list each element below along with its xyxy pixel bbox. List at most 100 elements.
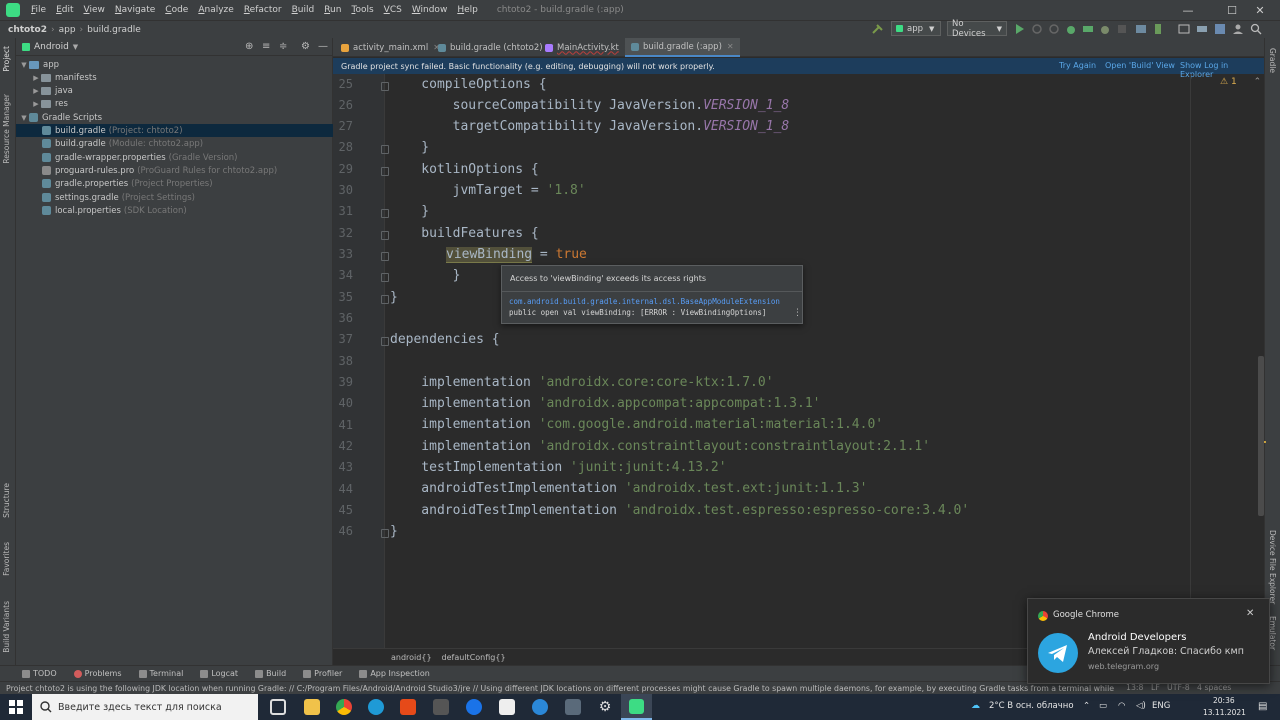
taskbar-search-box[interactable]: Введите здесь текст для поиска [32, 694, 258, 720]
collapse-all-icon[interactable]: ≑ [279, 41, 287, 52]
build-variants-tool-tab[interactable]: Build Variants [2, 601, 11, 653]
problems-tool-tab[interactable]: Problems [73, 669, 122, 678]
stop-icon[interactable] [1116, 23, 1128, 35]
locate-file-icon[interactable]: ⊕ [245, 41, 253, 52]
tree-item-settings-gradle[interactable]: settings.gradle (Project Settings) [16, 191, 333, 204]
fold-marker-icon[interactable] [381, 295, 389, 304]
sdk-manager-icon[interactable] [1178, 23, 1190, 35]
office-icon[interactable] [400, 699, 416, 715]
menu-build[interactable]: Build [287, 5, 320, 15]
android-studio-taskbar-button[interactable] [621, 694, 652, 720]
close-tab-icon[interactable]: ✕ [727, 42, 734, 51]
tree-item-java[interactable]: ▶ java [16, 84, 333, 97]
teamviewer-icon[interactable] [532, 699, 548, 715]
settings-gear-icon[interactable]: ⚙ [597, 699, 613, 715]
menu-window[interactable]: Window [407, 5, 453, 15]
file-encoding[interactable]: UTF-8 [1167, 683, 1190, 692]
menu-help[interactable]: Help [452, 5, 483, 15]
hide-panel-icon[interactable]: — [318, 41, 328, 52]
logcat-tool-tab[interactable]: Logcat [200, 669, 238, 678]
language-indicator[interactable]: ENG [1152, 701, 1170, 711]
inspection-widget[interactable]: ⚠ 1 ⌃ [1220, 77, 1261, 87]
notepad-icon[interactable] [499, 699, 515, 715]
breadcrumb-android[interactable]: android{} [391, 653, 432, 662]
chevron-up-icon[interactable]: ⌃ [1254, 77, 1262, 87]
resource-manager-tool-tab[interactable]: Resource Manager [2, 94, 11, 164]
attach-debugger-icon[interactable] [1099, 23, 1111, 35]
expand-all-icon[interactable]: ≡ [262, 41, 270, 52]
breadcrumb-module[interactable]: app [59, 25, 76, 35]
fold-marker-icon[interactable] [381, 337, 389, 346]
show-hidden-icons-icon[interactable]: ⌃ [1083, 701, 1090, 711]
search-everywhere-icon[interactable] [1250, 23, 1262, 35]
line-separator[interactable]: LF [1151, 683, 1160, 692]
app-icon[interactable] [565, 699, 581, 715]
fold-marker-icon[interactable] [381, 252, 389, 261]
todo-tool-tab[interactable]: TODO [22, 669, 57, 678]
fold-marker-icon[interactable] [381, 529, 389, 538]
menu-view[interactable]: View [79, 5, 110, 15]
structure-tool-tab[interactable]: Structure [2, 483, 11, 518]
breadcrumb-project[interactable]: chtoto2 [8, 25, 47, 35]
fold-marker-icon[interactable] [381, 145, 389, 154]
more-options-icon[interactable]: ⋮ [793, 308, 802, 318]
network-icon[interactable]: ▭ [1099, 701, 1107, 711]
run-config-dropdown[interactable]: app ▼ [891, 21, 941, 36]
menu-refactor[interactable]: Refactor [239, 5, 287, 15]
device-manager-icon[interactable] [1196, 23, 1208, 35]
chevron-down-icon[interactable]: ▼ [73, 43, 78, 51]
menu-navigate[interactable]: Navigate [110, 5, 160, 15]
menu-code[interactable]: Code [160, 5, 193, 15]
device-file-explorer-tool-tab[interactable]: Device File Explorer [1268, 530, 1277, 604]
profile-account-icon[interactable] [1232, 23, 1244, 35]
tree-item-build-gradle-module[interactable]: build.gradle (Module: chtoto2.app) [16, 137, 333, 150]
minimize-icon[interactable]: — [1168, 0, 1208, 20]
tree-item-manifests[interactable]: ▶ manifests [16, 71, 333, 84]
menu-file[interactable]: File [26, 5, 51, 15]
tree-item-res[interactable]: ▶ res [16, 97, 333, 110]
try-again-link[interactable]: Try Again [1059, 61, 1096, 70]
apply-changes-icon[interactable] [1031, 23, 1043, 35]
profiler-tool-tab[interactable]: Profiler [303, 669, 342, 678]
tree-item-build-gradle-project[interactable]: build.gradle (Project: chtoto2) [16, 124, 333, 137]
tooltip-class-link[interactable]: com.android.build.gradle.internal.dsl.Ba… [509, 297, 780, 306]
code-editor[interactable]: compileOptions { sourceCompatibility Jav… [390, 74, 1190, 648]
tree-item-local-properties[interactable]: local.properties (SDK Location) [16, 204, 333, 217]
start-button[interactable] [0, 694, 32, 720]
indent-setting[interactable]: 4 spaces [1197, 683, 1231, 692]
status-message[interactable]: Project chtoto2 is using the following J… [6, 684, 1116, 693]
clock-time[interactable]: 20:36 [1213, 696, 1235, 705]
3d-viewer-icon[interactable] [433, 699, 449, 715]
device-dropdown[interactable]: No Devices ▼ [947, 19, 1007, 39]
tree-item-gradle-properties[interactable]: gradle.properties (Project Properties) [16, 177, 333, 190]
app-inspection-tool-tab[interactable]: App Inspection [359, 669, 430, 678]
notifications-icon[interactable]: ▤ [1258, 701, 1267, 712]
toast-notification[interactable]: Google Chrome ✕ Android Developers Алекс… [1027, 598, 1270, 684]
error-highlight[interactable]: viewBinding [446, 247, 533, 263]
project-tool-tab[interactable]: Project [2, 46, 11, 72]
breadcrumb-default-config[interactable]: defaultConfig{} [442, 653, 506, 662]
tree-item-gradle-wrapper-properties[interactable]: gradle-wrapper.properties (Gradle Version… [16, 151, 333, 164]
tree-item-app[interactable]: ▼ app [16, 58, 333, 71]
apply-code-changes-icon[interactable] [1048, 23, 1060, 35]
layout-inspector-icon[interactable] [1214, 23, 1226, 35]
open-build-view-link[interactable]: Open 'Build' View [1105, 61, 1175, 70]
gradle-tool-tab[interactable]: Gradle [1268, 48, 1277, 73]
run-icon[interactable] [1014, 23, 1026, 35]
sync-gradle-icon[interactable] [1135, 23, 1147, 35]
menu-analyze[interactable]: Analyze [193, 5, 238, 15]
menu-run[interactable]: Run [319, 5, 346, 15]
menu-vcs[interactable]: VCS [379, 5, 407, 15]
wifi-icon[interactable]: ◠ [1118, 701, 1125, 711]
tree-item-gradle-scripts[interactable]: ▼ Gradle Scripts [16, 111, 333, 124]
chrome-icon[interactable] [336, 699, 352, 715]
build-tool-tab[interactable]: Build [255, 669, 286, 678]
profile-icon[interactable] [1082, 23, 1094, 35]
project-view-selector[interactable]: Android [34, 42, 69, 52]
avd-manager-icon[interactable] [1152, 23, 1164, 35]
volume-icon[interactable]: ◁) [1136, 701, 1146, 711]
gear-icon[interactable]: ⚙ [301, 41, 310, 52]
hammer-icon[interactable] [870, 22, 886, 36]
breadcrumb-file[interactable]: build.gradle [87, 25, 141, 35]
tab-build-gradle-app[interactable]: build.gradle (:app) ✕ [625, 38, 740, 57]
